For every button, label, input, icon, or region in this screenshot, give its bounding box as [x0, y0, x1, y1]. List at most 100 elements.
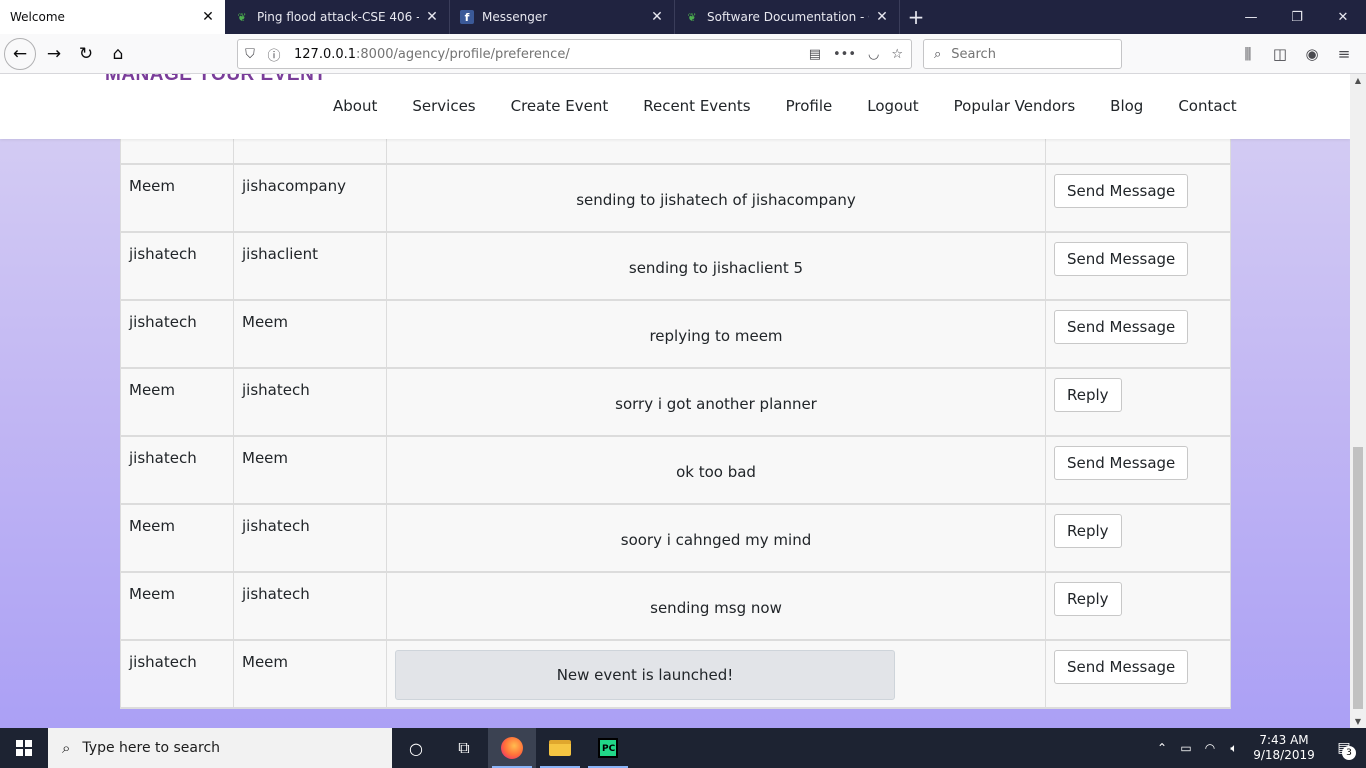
action-cell: Reply	[1045, 504, 1231, 573]
tab-ping-flood[interactable]: ❦ Ping flood attack-CSE 406 - Onl ✕	[225, 0, 450, 34]
back-icon[interactable]: ←	[4, 37, 36, 70]
action-center-icon[interactable]: ▤3	[1322, 740, 1366, 760]
send-message-button[interactable]: Send Message	[1054, 650, 1189, 684]
menu-icon[interactable]: ≡	[1328, 39, 1360, 69]
url-bar[interactable]: ⛉ ⓘ 127.0.0.1:8000/agency/profile/prefer…	[237, 39, 912, 69]
page-scrollbar[interactable]: ▲ ▼	[1350, 74, 1366, 728]
sender-cell: Meem	[120, 572, 234, 641]
menu-profile[interactable]: Profile	[786, 97, 833, 115]
url-text[interactable]: 127.0.0.1:8000/agency/profile/preference…	[286, 47, 809, 62]
table-row: jishatech Meem ok too bad Send Message	[120, 436, 1231, 505]
reply-button[interactable]: Reply	[1054, 514, 1122, 548]
reload-icon[interactable]: ↻	[70, 38, 102, 70]
tab-software-docs[interactable]: ❦ Software Documentation - Onl ✕	[675, 0, 900, 34]
send-message-button[interactable]: Send Message	[1054, 446, 1189, 480]
home-icon[interactable]: ⌂	[102, 38, 134, 70]
pycharm-icon[interactable]: PC	[584, 728, 632, 768]
reply-button[interactable]: Reply	[1054, 582, 1122, 616]
info-icon[interactable]: ⓘ	[262, 45, 286, 64]
reply-button[interactable]: Reply	[1054, 378, 1122, 412]
menu-popular-vendors[interactable]: Popular Vendors	[954, 97, 1076, 115]
scroll-up-icon[interactable]: ▲	[1350, 76, 1366, 85]
close-tab-icon[interactable]: ✕	[201, 9, 215, 25]
start-button[interactable]	[0, 728, 48, 768]
message-cell: replying to meem	[386, 300, 1046, 369]
new-tab-button[interactable]: +	[900, 0, 932, 34]
receiver-cell: jishatech	[233, 572, 387, 641]
send-message-button[interactable]: Send Message	[1054, 242, 1189, 276]
sender-cell: jishatech	[120, 300, 234, 369]
tab-welcome[interactable]: Welcome ✕	[0, 0, 225, 34]
url-host: 127.0.0.1	[294, 46, 357, 62]
pocket-icon[interactable]: ◡	[868, 47, 879, 62]
send-message-button[interactable]: Send Message	[1054, 310, 1189, 344]
send-message-button[interactable]: Send Message	[1054, 174, 1189, 208]
receiver-cell: jishatech	[233, 504, 387, 573]
reader-view-icon[interactable]: ▤	[809, 47, 821, 62]
message-cell: sending to jishaclient 5	[386, 232, 1046, 301]
firefox-taskbar-icon[interactable]	[488, 728, 536, 768]
clock-time: 7:43 AM	[1259, 733, 1309, 747]
bookmark-star-icon[interactable]: ☆	[891, 47, 903, 62]
file-explorer-icon[interactable]	[536, 728, 584, 768]
menu-recent-events[interactable]: Recent Events	[643, 97, 750, 115]
tracking-shield-icon[interactable]: ⛉	[238, 47, 262, 62]
tab-title: Messenger	[482, 10, 548, 24]
sender-cell: jishatech	[120, 640, 234, 709]
menu-contact[interactable]: Contact	[1178, 97, 1236, 115]
taskbar-clock[interactable]: 7:43 AM 9/18/2019	[1246, 733, 1322, 763]
task-view-icon[interactable]: ⧉	[440, 728, 488, 768]
sender-cell: Meem	[120, 164, 234, 233]
message-cell: soory i cahnged my mind	[386, 504, 1046, 573]
facebook-icon: f	[460, 10, 474, 24]
page-actions-icon[interactable]: •••	[833, 47, 856, 62]
sender-cell: Meem	[120, 368, 234, 437]
wifi-icon[interactable]: ◠	[1198, 741, 1222, 755]
action-cell: Send Message	[1045, 640, 1231, 709]
tab-title: Ping flood attack-CSE 406 - Onl	[257, 10, 419, 24]
menu-logout[interactable]: Logout	[867, 97, 918, 115]
notification-count: 3	[1342, 746, 1356, 760]
action-cell: Reply	[1045, 572, 1231, 641]
sender-cell: Meem	[120, 504, 234, 573]
message-box: New event is launched!	[395, 650, 895, 700]
tab-title: Software Documentation - Onl	[707, 10, 869, 24]
account-icon[interactable]: ◉	[1296, 39, 1328, 69]
volume-icon[interactable]: 🔈︎	[1222, 741, 1246, 756]
library-icon[interactable]: ⫼	[1232, 39, 1264, 69]
scroll-down-icon[interactable]: ▼	[1350, 717, 1366, 726]
message-text: ok too bad	[676, 463, 756, 481]
receiver-cell: jishatech	[233, 368, 387, 437]
close-tab-icon[interactable]: ✕	[425, 9, 439, 25]
show-hidden-icons-icon[interactable]: ⌃	[1150, 741, 1174, 755]
table-row: jishatech jishaclient sending to jishaclie…	[120, 232, 1231, 301]
table-row: Meem jishacompany sending to jishatech of …	[120, 164, 1231, 233]
menu-create-event[interactable]: Create Event	[511, 97, 609, 115]
minimize-icon[interactable]: —	[1228, 0, 1274, 34]
search-input[interactable]: ⌕ Search	[923, 39, 1122, 69]
message-text: soory i cahnged my mind	[620, 531, 812, 549]
cortana-icon[interactable]: ○	[392, 728, 440, 768]
close-tab-icon[interactable]: ✕	[650, 9, 664, 25]
scrollbar-thumb[interactable]	[1353, 447, 1363, 709]
toolbar-right: ⫼ ◫ ◉ ≡	[1232, 39, 1360, 69]
forward-icon[interactable]: →	[38, 38, 70, 70]
sidebar-icon[interactable]: ◫	[1264, 39, 1296, 69]
message-cell: ok too bad	[386, 436, 1046, 505]
battery-icon[interactable]: ▭	[1174, 741, 1198, 755]
action-cell: Reply	[1045, 368, 1231, 437]
menu-services[interactable]: Services	[412, 97, 475, 115]
system-tray: ⌃ ▭ ◠ 🔈︎ 7:43 AM 9/18/2019 ▤3	[1150, 728, 1366, 768]
receiver-cell: jishaclient	[233, 232, 387, 301]
menu-about[interactable]: About	[333, 97, 377, 115]
menu-blog[interactable]: Blog	[1110, 97, 1143, 115]
site-brand[interactable]: MANAGE YOUR EVENT	[105, 74, 326, 86]
restore-icon[interactable]: ❐	[1274, 0, 1320, 34]
message-text: sending to jishatech of jishacompany	[576, 191, 856, 209]
close-window-icon[interactable]: ✕	[1320, 0, 1366, 34]
taskbar-search-placeholder: Type here to search	[82, 740, 221, 756]
taskbar-search-input[interactable]: ⌕ Type here to search	[48, 728, 392, 768]
receiver-cell: Meem	[233, 640, 387, 709]
close-tab-icon[interactable]: ✕	[875, 9, 889, 25]
tab-messenger[interactable]: f Messenger ✕	[450, 0, 675, 34]
